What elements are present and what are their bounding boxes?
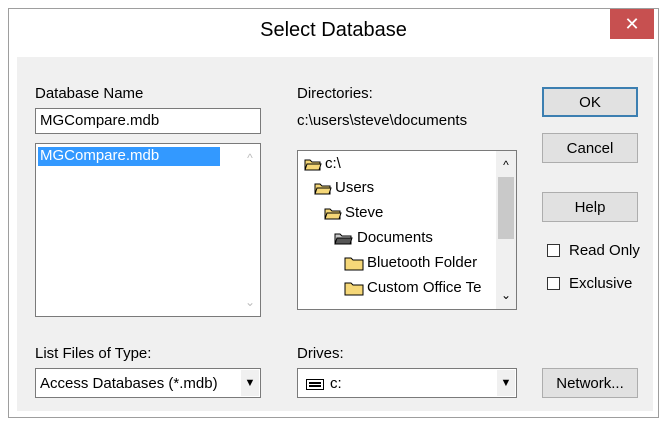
list-item-selected[interactable]: MGCompare.mdb: [38, 147, 220, 166]
read-only-label: Read Only: [569, 242, 640, 259]
close-icon: ✕: [624, 13, 640, 34]
closed-folder-icon: [344, 282, 364, 295]
drive-value: c:: [330, 375, 342, 392]
dir-item-bluetooth-folder[interactable]: Bluetooth Folder: [344, 254, 477, 271]
open-folder-icon: [314, 183, 332, 194]
database-name-label: Database Name: [35, 85, 144, 102]
hard-drive-icon: [306, 379, 324, 390]
list-item-label: MGCompare.mdb: [40, 147, 160, 164]
dir-item-root[interactable]: c:\: [304, 155, 341, 172]
database-name-input[interactable]: MGCompare.mdb: [35, 108, 261, 134]
database-name-value: MGCompare.mdb: [40, 112, 160, 129]
dialog-client-area: Database Name MGCompare.mdb MGCompare.md…: [17, 57, 653, 411]
exclusive-label: Exclusive: [569, 275, 633, 292]
read-only-checkbox[interactable]: [547, 244, 560, 257]
close-button[interactable]: ✕: [610, 9, 654, 39]
scroll-down-icon[interactable]: ⌄: [496, 285, 516, 305]
file-type-value: Access Databases (*.mdb): [40, 375, 218, 392]
directory-tree[interactable]: c:\ Users Steve Documents Bluetooth Fold…: [297, 150, 517, 310]
scroll-up-icon[interactable]: ^: [496, 155, 516, 175]
closed-folder-icon: [344, 257, 364, 270]
chevron-down-icon[interactable]: ▼: [241, 370, 259, 396]
drives-label: Drives:: [297, 345, 344, 362]
dir-item-label: Users: [335, 179, 375, 196]
network-button[interactable]: Network...: [542, 368, 638, 398]
help-button[interactable]: Help: [542, 192, 638, 222]
dialog-title: Select Database: [260, 19, 407, 41]
ok-button[interactable]: OK: [542, 87, 638, 117]
database-file-list[interactable]: MGCompare.mdb ^ ⌄: [35, 143, 261, 317]
scroll-up-icon[interactable]: ^: [240, 148, 260, 168]
file-type-select[interactable]: Access Databases (*.mdb) ▼: [35, 368, 261, 398]
dir-item-documents[interactable]: Documents: [334, 229, 433, 246]
dir-item-label: c:\: [325, 155, 341, 172]
select-database-dialog: Select Database ✕ Database Name MGCompar…: [8, 8, 659, 418]
title-bar[interactable]: Select Database ✕: [9, 9, 658, 55]
directories-label: Directories:: [297, 85, 373, 102]
drives-select[interactable]: c: ▼: [297, 368, 517, 398]
dir-item-custom-office[interactable]: Custom Office Te: [344, 279, 482, 296]
scroll-down-icon[interactable]: ⌄: [240, 292, 260, 312]
open-folder-icon: [324, 208, 342, 219]
dir-item-label: Bluetooth Folder: [367, 254, 478, 271]
current-path: c:\users\steve\documents: [297, 112, 468, 129]
dir-item-steve[interactable]: Steve: [324, 204, 383, 221]
file-list-scrollbar[interactable]: ^ ⌄: [240, 144, 260, 316]
dir-item-users[interactable]: Users: [314, 179, 374, 196]
open-folder-dark-icon: [334, 233, 353, 244]
dir-item-label: Documents: [357, 229, 433, 246]
chevron-down-icon[interactable]: ▼: [497, 370, 515, 396]
exclusive-checkbox[interactable]: [547, 277, 560, 290]
scroll-thumb[interactable]: [498, 177, 514, 239]
dir-item-label: Steve: [345, 204, 384, 221]
dir-item-label: Custom Office Te: [367, 279, 482, 296]
open-folder-icon: [304, 159, 322, 170]
directory-scrollbar[interactable]: ^ ⌄: [496, 151, 516, 309]
cancel-button[interactable]: Cancel: [542, 133, 638, 163]
file-type-label: List Files of Type:: [35, 345, 152, 362]
